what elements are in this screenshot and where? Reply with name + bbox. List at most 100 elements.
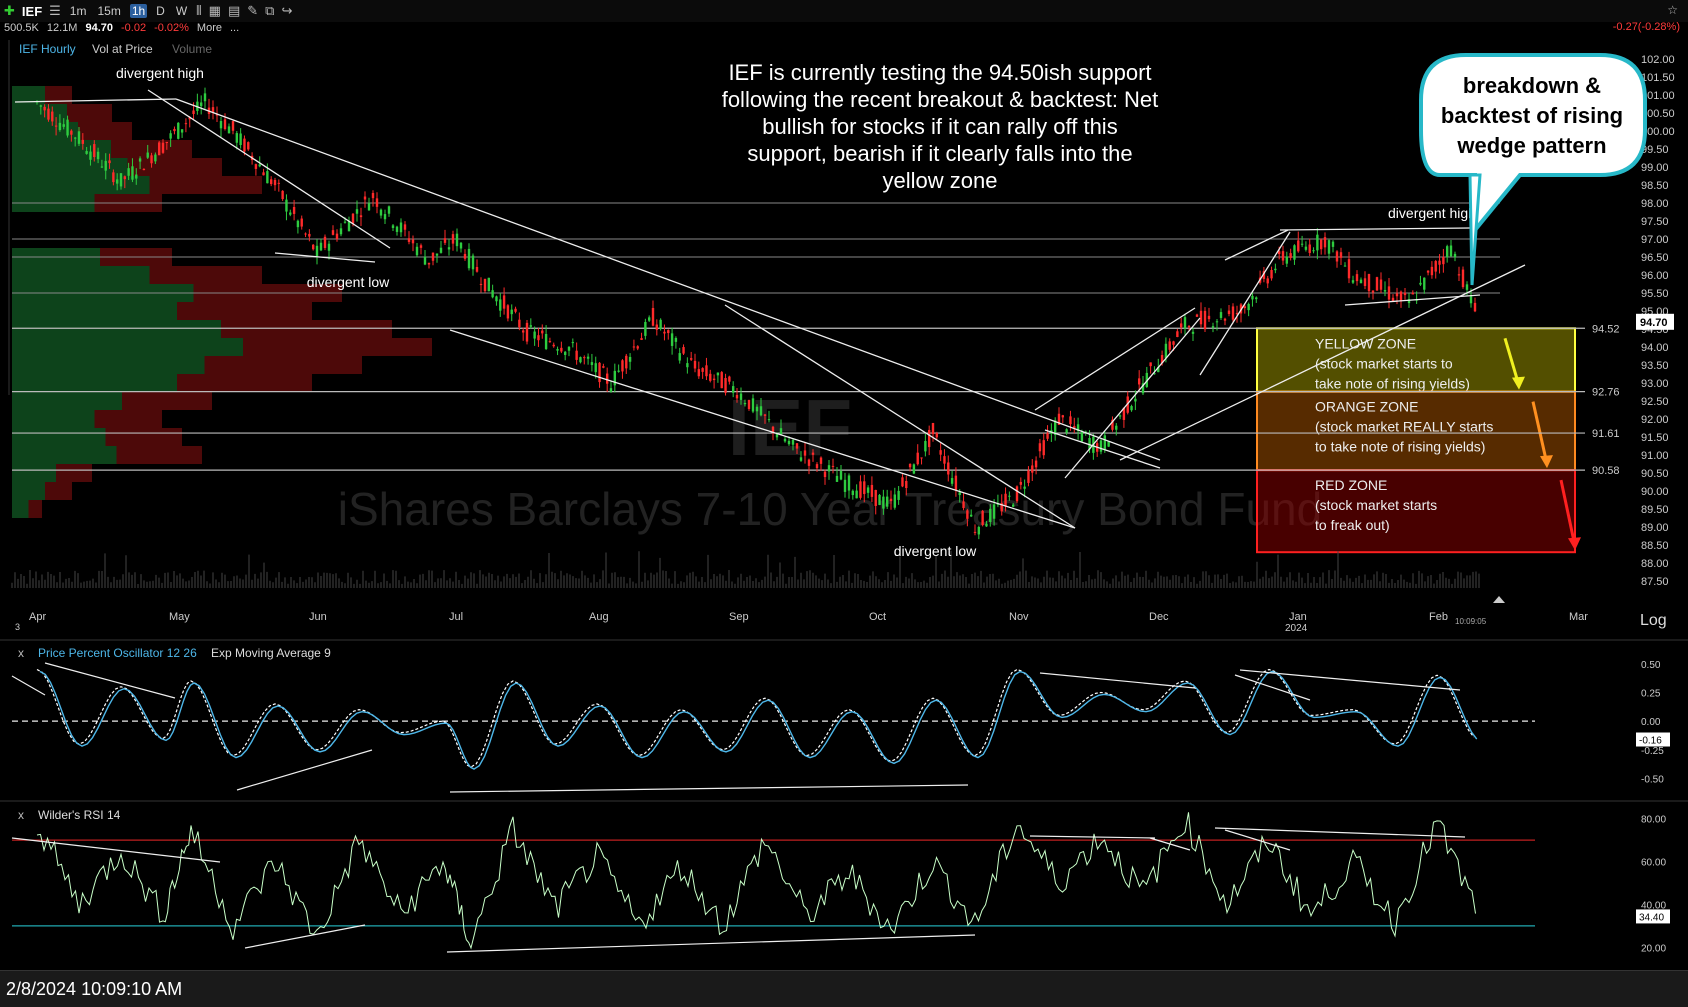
zone-desc-line1: (stock market starts <box>1315 497 1437 513</box>
annotation-main-line: following the recent breakout & backtest… <box>722 87 1159 112</box>
x-tick-label: Mar <box>1569 611 1588 623</box>
candle-body <box>759 406 763 416</box>
level-label: 91.61 <box>1592 428 1620 440</box>
ppo-divergence-line <box>236 749 373 791</box>
candle-body <box>947 462 950 475</box>
candle-body <box>1004 493 1007 507</box>
candle-body <box>518 319 521 328</box>
candle-body <box>594 363 597 373</box>
candle-body <box>169 133 172 139</box>
rsi-divergence-line <box>1029 835 1156 839</box>
candle-body <box>399 222 403 233</box>
rsi-y-tick-label: 80.00 <box>1641 815 1666 826</box>
candle-body <box>1046 433 1049 439</box>
vap-bar-up <box>12 446 117 464</box>
candle-body <box>866 487 870 493</box>
vap-bar-up <box>12 140 111 158</box>
vap-bar-down <box>127 158 222 176</box>
candle-body <box>1176 331 1179 338</box>
vap-bar-down <box>28 500 42 518</box>
y-tick-label: 94.00 <box>1641 342 1669 354</box>
candle-body <box>1387 286 1391 300</box>
candle-body <box>563 351 567 355</box>
ppo-y-tick-label: 0.00 <box>1641 717 1661 728</box>
vap-bar-down <box>177 302 312 320</box>
candle-body <box>1130 406 1133 411</box>
candle-body <box>1118 415 1122 417</box>
y-tick-label: 96.50 <box>1641 252 1669 264</box>
candle-body <box>1187 326 1191 328</box>
zone-title: ORANGE ZONE <box>1315 399 1418 415</box>
candle-body <box>499 299 502 311</box>
candle-body <box>1274 268 1277 271</box>
candle-body <box>705 365 708 377</box>
candle-body <box>407 238 411 242</box>
candle-body <box>451 234 455 244</box>
candle-body <box>1438 260 1441 265</box>
candle-body <box>651 307 655 326</box>
candle-body <box>981 510 984 525</box>
y-tick-label: 91.50 <box>1641 432 1669 444</box>
vap-bar-down <box>45 482 72 500</box>
vap-bar-up <box>12 500 29 518</box>
status-bar: 2/8/2024 10:09:10 AM <box>0 970 1688 1007</box>
candle-body <box>327 243 331 251</box>
candle-body <box>119 173 123 187</box>
candle-body <box>39 105 43 107</box>
candle-body <box>439 247 443 253</box>
candle-body <box>712 378 716 381</box>
y-tick-label: 90.50 <box>1641 468 1669 480</box>
scroll-up-icon <box>1493 596 1505 603</box>
volume-bars <box>11 550 1480 588</box>
candle-body <box>659 319 662 329</box>
candle-body <box>1351 280 1355 283</box>
log-scale-toggle[interactable]: Log <box>1640 612 1667 630</box>
rsi-close-icon: x <box>18 808 24 822</box>
watermark-name: iShares Barclays 7-10 Year Treasury Bond… <box>338 483 1322 535</box>
candle-body <box>1453 253 1457 258</box>
candle-body <box>537 335 540 341</box>
annotation-main-line: bullish for stocks if it can rally off t… <box>762 114 1117 139</box>
candle-body <box>471 255 475 270</box>
y-tick-label: 89.50 <box>1641 504 1669 516</box>
ppo-title: Price Percent Oscillator 12 26 <box>38 646 197 660</box>
annotation-main-line: IEF is currently testing the 94.50ish su… <box>728 60 1151 85</box>
candle-body <box>697 369 701 377</box>
candle-body <box>93 144 96 158</box>
y-tick-label: 93.50 <box>1641 360 1669 372</box>
candle-body <box>375 198 379 207</box>
candle-body <box>807 459 811 466</box>
candle-body <box>1316 234 1319 251</box>
candle-body <box>419 245 423 248</box>
y-tick-label: 88.50 <box>1641 540 1669 552</box>
vap-bar-up <box>12 410 95 428</box>
candle-body <box>339 228 343 235</box>
candle-body <box>1172 341 1175 345</box>
candle-body <box>495 296 498 302</box>
level-label: 94.52 <box>1592 323 1620 335</box>
candle-body <box>351 213 355 224</box>
candle-body <box>1445 246 1449 258</box>
candle-body <box>1363 278 1367 286</box>
candle-body <box>728 376 731 382</box>
candle-body <box>131 166 134 180</box>
annotation-main-line: support, bearish if it clearly falls int… <box>747 141 1132 166</box>
candle-body <box>847 475 851 491</box>
candle-body <box>115 179 119 184</box>
candle-body <box>720 372 723 389</box>
candle-body <box>1383 290 1387 292</box>
candle-body <box>954 475 958 490</box>
candle-body <box>1243 306 1247 309</box>
candle-body <box>1203 310 1207 330</box>
candle-body <box>1251 295 1254 300</box>
ppo-divergence-line <box>1234 674 1311 701</box>
candle-body <box>682 347 685 354</box>
candle-body <box>1461 269 1465 288</box>
x-start-label: 3 <box>15 622 20 632</box>
candle-body <box>878 494 881 505</box>
chart-svg: IEF iShares Barclays 7-10 Year Treasury B… <box>0 40 1688 954</box>
candle-body <box>1223 318 1227 321</box>
x-tick-label: Apr <box>29 611 46 623</box>
candle-body <box>154 154 157 162</box>
vap-bar-down <box>105 428 182 446</box>
